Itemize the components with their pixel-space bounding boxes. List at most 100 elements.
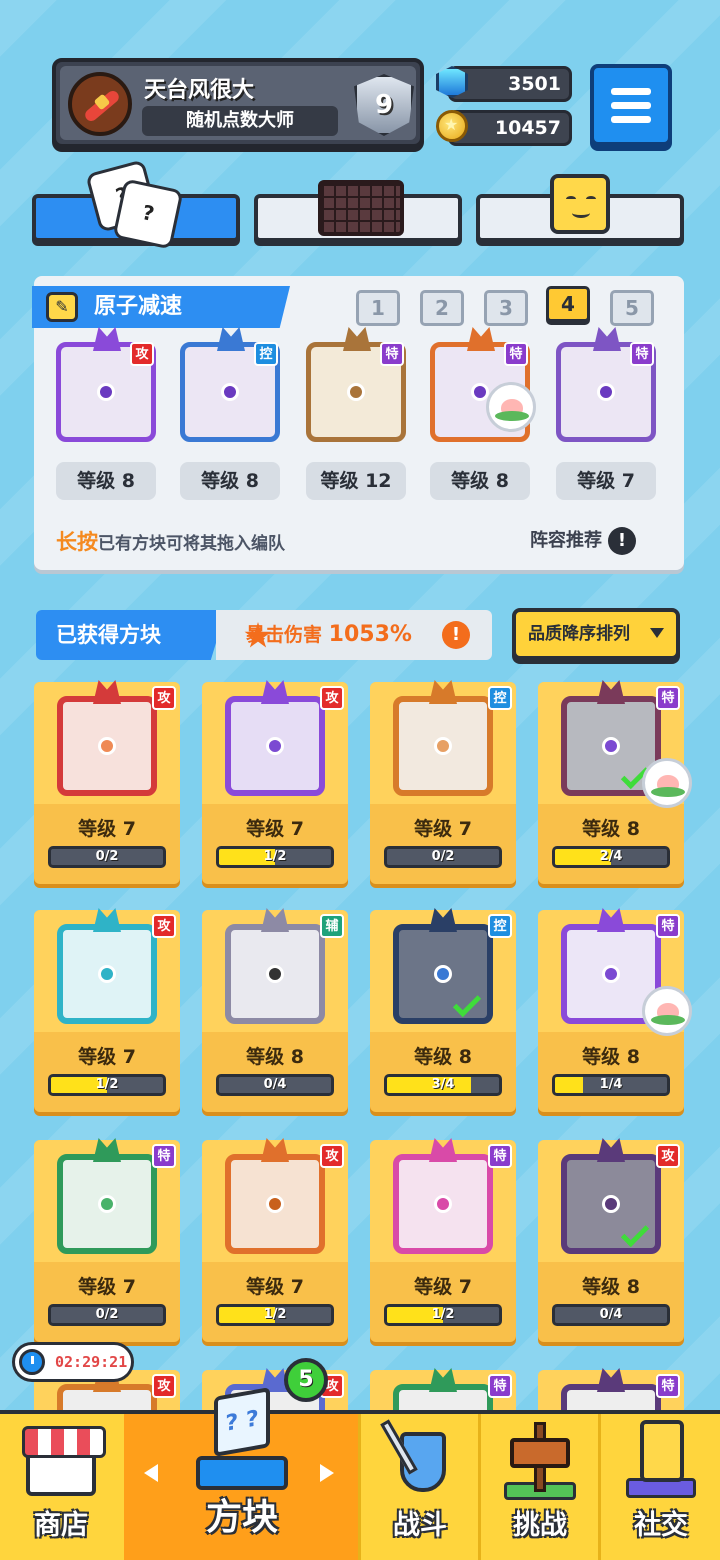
- nav-shop[interactable]: 商店: [0, 1414, 122, 1560]
- menu-line: [611, 87, 651, 95]
- block-card[interactable]: 辅等级 8 0/4: [202, 908, 348, 1112]
- drag-hint: 长按已有方块可将其拖入编队: [56, 526, 285, 556]
- block-level: 等级 7: [556, 462, 656, 500]
- block-type-tag: 特: [152, 1144, 176, 1168]
- block-card[interactable]: 特等级 7 0/2: [34, 1138, 180, 1342]
- block-type-tag: 辅: [320, 914, 344, 938]
- deck-slot-5[interactable]: 5: [610, 290, 654, 326]
- block-dot: [602, 965, 620, 983]
- block-type-tag: 攻: [152, 914, 176, 938]
- deck-slot-1[interactable]: 1: [356, 290, 400, 326]
- block-type-tag: 攻: [152, 686, 176, 710]
- nav-blocks-label: 方块: [205, 1497, 278, 1538]
- upgrade-progress-bar: 1/2: [216, 846, 334, 868]
- progress-text: 0/2: [95, 1307, 119, 1322]
- block-type-tag: 攻: [130, 342, 154, 366]
- progress-text: 0/4: [599, 1307, 623, 1322]
- cube-face: ? ?: [214, 1387, 270, 1457]
- upgrade-progress-bar: 0/2: [384, 846, 502, 868]
- block-card[interactable]: 攻等级 8 0/4: [538, 1138, 684, 1342]
- deck-slot-4[interactable]: 4: [546, 286, 590, 322]
- crit-damage-panel[interactable]: 暴击伤害 1053% !: [216, 610, 492, 660]
- block-icon: [57, 908, 157, 1024]
- block-card[interactable]: 特等级 8 2/4: [538, 680, 692, 884]
- block-icon: [225, 1138, 325, 1254]
- menu-line: [611, 115, 651, 123]
- block-dot: [434, 965, 452, 983]
- block-card[interactable]: 控等级 8 3/4: [370, 908, 516, 1112]
- block-dot: [266, 965, 284, 983]
- block-dot: [98, 965, 116, 983]
- block-dot: [266, 1195, 284, 1213]
- nav-battle[interactable]: 战斗: [362, 1414, 478, 1560]
- block-card[interactable]: 特等级 7 1/2: [370, 1138, 516, 1342]
- hint-highlight: 长按: [56, 530, 98, 554]
- block-dot: [602, 1195, 620, 1213]
- peach-icon: [642, 986, 692, 1036]
- board-icon: [318, 180, 404, 236]
- block-icon: [393, 908, 493, 1024]
- recommend-label: 阵容推荐: [530, 530, 602, 551]
- sort-dropdown[interactable]: 品质降序排列: [512, 608, 680, 660]
- block-dot: [434, 737, 452, 755]
- info-icon: !: [608, 527, 636, 555]
- block-type-tag: 特: [488, 1144, 512, 1168]
- deck-slot-3[interactable]: 3: [484, 290, 528, 326]
- nav-challenge[interactable]: 挑战: [482, 1414, 598, 1560]
- block-dot: [221, 383, 239, 401]
- cube-base: [196, 1456, 288, 1490]
- block-dot: [98, 1195, 116, 1213]
- block-card[interactable]: 攻等级 7 0/2: [34, 680, 180, 884]
- sign-plank: [510, 1438, 570, 1468]
- block-card[interactable]: 特: [538, 1368, 684, 1492]
- block-type-tag: 特: [380, 342, 404, 366]
- card-level: 等级 7: [414, 1276, 472, 1298]
- deck-slot-2[interactable]: 2: [420, 290, 464, 326]
- crit-value: 1053%: [328, 622, 412, 647]
- block-icon: [393, 680, 493, 796]
- block-dot: [98, 737, 116, 755]
- owned-blocks-title: 已获得方块: [36, 610, 226, 660]
- upgrade-progress-bar: 3/4: [384, 1074, 502, 1096]
- player-name: 天台风很大: [144, 78, 255, 103]
- notification-badge: 5: [284, 1358, 328, 1402]
- next-arrow-icon[interactable]: [320, 1464, 334, 1482]
- prev-arrow-icon[interactable]: [144, 1464, 158, 1482]
- upgrade-progress-bar: 0/4: [216, 1074, 334, 1096]
- card-level: 等级 8: [246, 1046, 304, 1068]
- smiley-mouth: [572, 208, 590, 218]
- block-card[interactable]: 特: [370, 1368, 516, 1492]
- block-type-tag: 攻: [320, 686, 344, 710]
- menu-line: [611, 101, 651, 109]
- smiley-eye: [586, 196, 596, 202]
- nav-social-label: 社交: [634, 1510, 688, 1541]
- card-level: 等级 8: [582, 818, 640, 840]
- block-level: 等级 12: [306, 462, 406, 500]
- dice-icon: ?: [112, 178, 184, 250]
- block-level: 等级 8: [56, 462, 156, 500]
- block-icon: [57, 680, 157, 796]
- char-body: [640, 1420, 684, 1482]
- upgrade-progress-bar: 0/2: [48, 1304, 166, 1326]
- pencil-icon[interactable]: ✎: [46, 292, 78, 322]
- nav-social[interactable]: 社交: [602, 1414, 720, 1560]
- card-level: 等级 8: [414, 1046, 472, 1068]
- block-card[interactable]: 攻等级 7 1/2: [34, 908, 180, 1112]
- card-level: 等级 7: [78, 818, 136, 840]
- player-title: 随机点数大师: [142, 106, 338, 136]
- lineup-recommend-button[interactable]: 阵容推荐!: [530, 526, 636, 555]
- hamburger-menu-icon[interactable]: [590, 64, 672, 146]
- player-profile[interactable]: 天台风很大 随机点数大师 9: [52, 58, 424, 148]
- peach-icon: [486, 382, 536, 432]
- progress-text: 2/4: [599, 849, 623, 864]
- block-card[interactable]: 攻等级 7 1/2: [202, 680, 348, 884]
- firecracker-icon[interactable]: [68, 72, 132, 136]
- info-icon: !: [442, 621, 470, 649]
- block-card[interactable]: 控等级 7 0/2: [370, 680, 516, 884]
- signpost-icon: [504, 1416, 576, 1500]
- block-card[interactable]: 特等级 8 1/4: [538, 908, 692, 1112]
- block-type-tag: 攻: [656, 1144, 680, 1168]
- block-card[interactable]: 攻等级 7 1/2: [202, 1138, 348, 1342]
- nav-blocks[interactable]: ? ? 方块: [124, 1387, 360, 1560]
- block-icon: [393, 1138, 493, 1254]
